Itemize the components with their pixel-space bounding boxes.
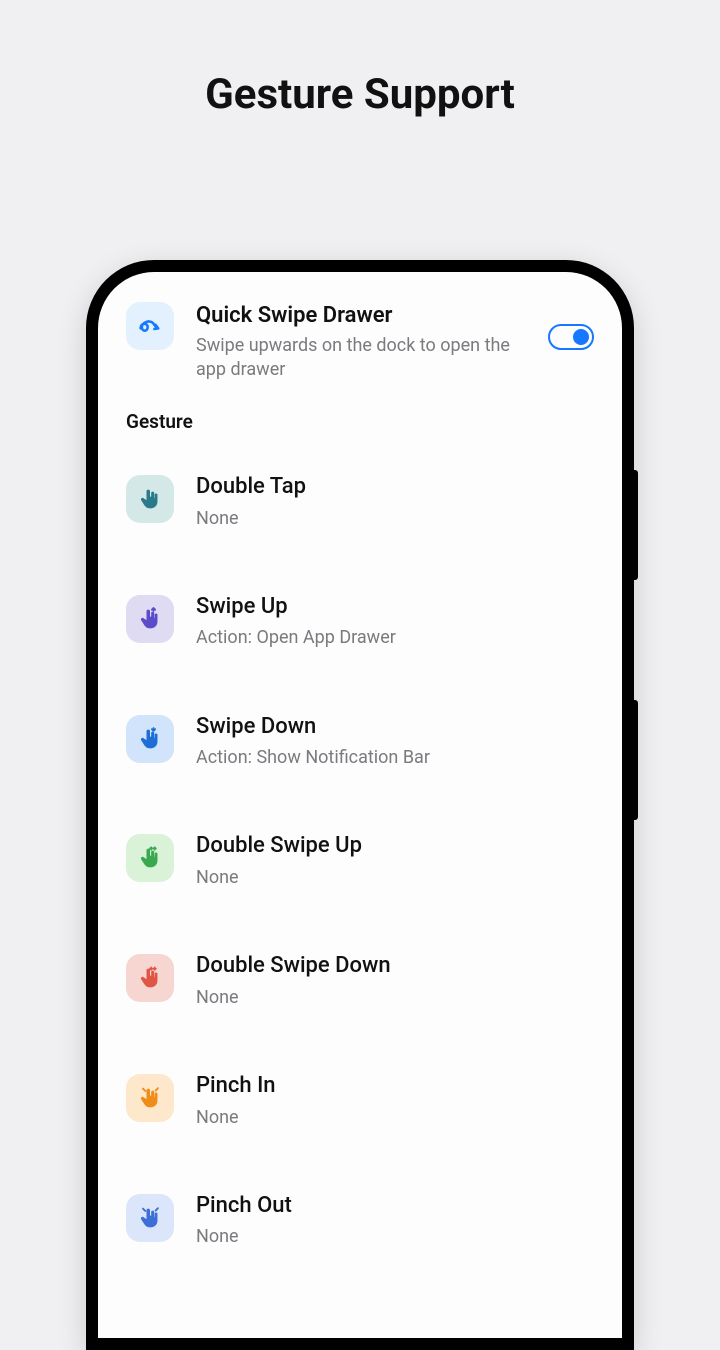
two-down-icon bbox=[126, 954, 174, 1002]
gesture-subtitle: Action: Show Notification Bar bbox=[196, 746, 594, 770]
gesture-title: Double Swipe Up bbox=[196, 832, 594, 860]
gesture-section-label: Gesture bbox=[126, 410, 594, 433]
quick-swipe-drawer-row[interactable]: Quick Swipe Drawer Swipe upwards on the … bbox=[126, 302, 594, 382]
gesture-list: Double Tap None Swipe Up Action: Open App … bbox=[126, 473, 594, 1250]
phone-screen: Quick Swipe Drawer Swipe upwards on the … bbox=[98, 272, 622, 1338]
gesture-row-pinch-out[interactable]: Pinch Out None bbox=[126, 1192, 594, 1250]
gesture-row-swipe-up[interactable]: Swipe Up Action: Open App Drawer bbox=[126, 593, 594, 651]
gesture-subtitle: None bbox=[196, 986, 594, 1010]
pinch-out-icon bbox=[126, 1194, 174, 1242]
gesture-row-pinch-in[interactable]: Pinch In None bbox=[126, 1072, 594, 1130]
gesture-title: Swipe Up bbox=[196, 593, 594, 621]
phone-side-button bbox=[634, 470, 638, 580]
quick-swipe-toggle[interactable] bbox=[548, 324, 594, 350]
quick-swipe-title: Quick Swipe Drawer bbox=[196, 302, 526, 330]
gesture-row-double-swipe-down[interactable]: Double Swipe Down None bbox=[126, 952, 594, 1010]
tap-icon bbox=[126, 475, 174, 523]
squiggle-icon bbox=[126, 302, 174, 350]
quick-swipe-subtitle: Swipe upwards on the dock to open the ap… bbox=[196, 334, 526, 383]
gesture-subtitle: None bbox=[196, 866, 594, 890]
gesture-title: Pinch Out bbox=[196, 1192, 594, 1220]
gesture-title: Double Tap bbox=[196, 473, 594, 501]
gesture-title: Swipe Down bbox=[196, 713, 594, 741]
phone-side-button bbox=[634, 700, 638, 820]
swipe-up-icon bbox=[126, 595, 174, 643]
two-up-icon bbox=[126, 834, 174, 882]
gesture-title: Pinch In bbox=[196, 1072, 594, 1100]
gesture-subtitle: Action: Open App Drawer bbox=[196, 626, 594, 650]
gesture-subtitle: None bbox=[196, 1106, 594, 1130]
phone-mockup: Quick Swipe Drawer Swipe upwards on the … bbox=[86, 260, 634, 1350]
gesture-subtitle: None bbox=[196, 1225, 594, 1249]
pinch-in-icon bbox=[126, 1074, 174, 1122]
page-title: Gesture Support bbox=[0, 70, 720, 119]
gesture-row-swipe-down[interactable]: Swipe Down Action: Show Notification Bar bbox=[126, 713, 594, 771]
gesture-row-double-tap[interactable]: Double Tap None bbox=[126, 473, 594, 531]
gesture-title: Double Swipe Down bbox=[196, 952, 594, 980]
gesture-row-double-swipe-up[interactable]: Double Swipe Up None bbox=[126, 832, 594, 890]
swipe-down-icon bbox=[126, 715, 174, 763]
gesture-subtitle: None bbox=[196, 507, 594, 531]
